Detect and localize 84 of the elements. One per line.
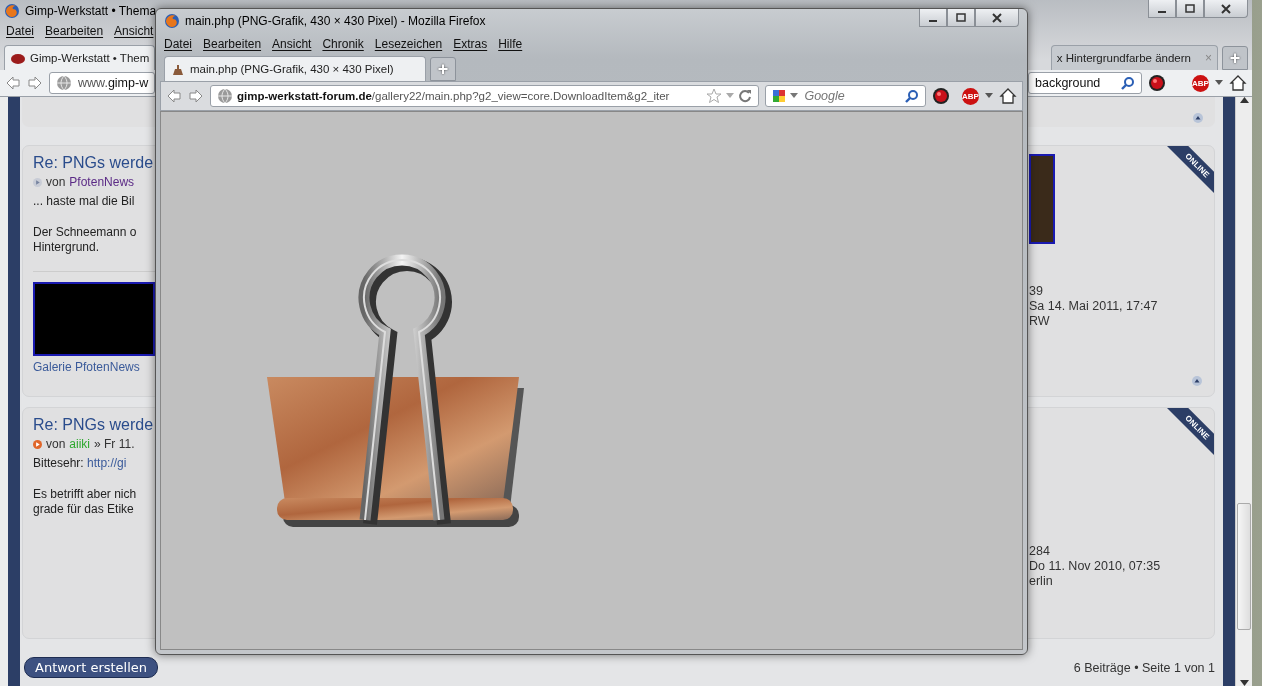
post-icon[interactable] bbox=[33, 177, 42, 187]
address-field[interactable]: gimp-werkstatt-forum.de/gallery22/main.php?g2_view=core.DownloadItem&g2_iter bbox=[210, 85, 760, 107]
forward-icon[interactable] bbox=[188, 88, 204, 104]
search-engine-icon[interactable] bbox=[772, 89, 787, 103]
caret-icon[interactable] bbox=[985, 93, 993, 99]
post-text: Es betrifft aber nich grade für das Etike bbox=[33, 487, 138, 517]
profile-info: 284 bbox=[1029, 544, 1051, 559]
maximize-button[interactable] bbox=[1176, 0, 1204, 18]
post-link[interactable]: http://gi bbox=[87, 456, 127, 470]
post-text: Bittesehr: http://gi bbox=[33, 456, 128, 471]
scrollbar-thumb[interactable] bbox=[1237, 503, 1251, 630]
window-title: main.php (PNG-Grafik, 430 × 430 Pixel) - Mozilla Firefox bbox=[185, 14, 486, 28]
browser-tab[interactable]: x Hintergrundfarbe ändern × bbox=[1050, 45, 1218, 70]
close-button[interactable] bbox=[1204, 0, 1248, 18]
browser-tab[interactable]: Gimp-Werkstatt • Them bbox=[4, 45, 156, 70]
close-button[interactable] bbox=[975, 9, 1019, 27]
search-icon[interactable] bbox=[905, 89, 919, 103]
tab-label: main.php (PNG-Grafik, 430 × 430 Pixel) bbox=[190, 63, 394, 75]
home-icon[interactable] bbox=[1229, 74, 1247, 92]
minimize-icon bbox=[929, 19, 937, 22]
search-field[interactable]: background bbox=[1028, 72, 1142, 94]
menu-item[interactable]: Extras bbox=[453, 37, 488, 51]
profile-info: erlin bbox=[1029, 574, 1054, 589]
minimize-button[interactable] bbox=[919, 9, 947, 27]
menu-item[interactable]: Lesezeichen bbox=[374, 37, 443, 51]
scroll-to-top-icon[interactable] bbox=[1193, 113, 1203, 123]
globe-icon bbox=[217, 88, 233, 104]
menu-item[interactable]: Ansicht bbox=[114, 24, 154, 38]
scroll-down-icon[interactable] bbox=[1239, 680, 1249, 686]
menu-item[interactable]: Datei bbox=[164, 37, 192, 51]
author-link[interactable]: PfotenNews bbox=[69, 175, 135, 189]
tab-label: x Hintergrundfarbe ändern bbox=[1056, 52, 1191, 64]
menu-item[interactable]: Datei bbox=[6, 24, 34, 38]
globe-icon bbox=[56, 75, 72, 91]
pagination-info: 6 Beiträge • Seite 1 von 1 bbox=[1073, 660, 1215, 675]
post-date: » Fr 11. bbox=[94, 437, 135, 451]
close-icon bbox=[992, 12, 1002, 23]
reload-icon[interactable] bbox=[738, 89, 753, 103]
menu-item[interactable]: Ansicht bbox=[272, 37, 312, 51]
record-icon[interactable] bbox=[932, 87, 950, 105]
home-icon[interactable] bbox=[999, 87, 1017, 105]
signature-link[interactable]: Galerie PfotenNews bbox=[33, 360, 158, 374]
post-title[interactable]: Re: PNGs werde bbox=[33, 416, 158, 434]
back-icon[interactable] bbox=[5, 75, 21, 91]
record-icon[interactable] bbox=[1148, 74, 1166, 92]
search-icon[interactable] bbox=[1121, 76, 1135, 90]
profile-info: Sa 14. Mai 2011, 17:47 bbox=[1029, 299, 1159, 314]
minimize-icon bbox=[1158, 10, 1166, 13]
byline-label: von bbox=[46, 437, 66, 451]
browser-logo-icon bbox=[164, 13, 180, 29]
profile-info: 39 bbox=[1029, 284, 1044, 299]
back-icon[interactable] bbox=[166, 88, 182, 104]
menu-item[interactable]: Bearbeiten bbox=[45, 24, 104, 38]
adblock-button[interactable]: ABP bbox=[962, 87, 979, 105]
close-icon bbox=[1221, 3, 1231, 14]
search-input[interactable]: Google bbox=[802, 88, 901, 104]
post-text: ... haste mal die Bil bbox=[33, 194, 136, 209]
menu-item[interactable]: Chronik bbox=[322, 37, 364, 51]
post-title[interactable]: Re: PNGs werde bbox=[33, 154, 158, 172]
minimize-button[interactable] bbox=[1148, 0, 1176, 18]
adblock-button[interactable]: ABP bbox=[1192, 74, 1209, 92]
caret-icon[interactable] bbox=[1215, 80, 1223, 86]
menu-item[interactable]: Hilfe bbox=[498, 37, 523, 51]
search-bar[interactable]: Google bbox=[765, 85, 926, 107]
reply-button[interactable]: Antwort erstellen bbox=[24, 657, 159, 678]
maximize-icon bbox=[956, 12, 966, 23]
maximize-icon bbox=[1185, 3, 1195, 14]
tab-label: Gimp-Werkstatt • Them bbox=[30, 52, 150, 64]
browser-logo-icon bbox=[4, 3, 20, 19]
address-field[interactable]: www.gimp-w bbox=[49, 72, 156, 94]
browser-tab[interactable]: main.php (PNG-Grafik, 430 × 430 Pixel) bbox=[164, 56, 426, 81]
window-title: Gimp-Werkstatt • Thema bbox=[25, 4, 157, 18]
profile-info: RW bbox=[1029, 314, 1051, 329]
maximize-button[interactable] bbox=[947, 9, 975, 27]
post-text: Der Schneemann o Hintergrund. bbox=[33, 225, 138, 255]
scroll-to-top-icon[interactable] bbox=[1192, 376, 1202, 386]
caret-icon[interactable] bbox=[790, 93, 799, 99]
unread-post-icon[interactable] bbox=[33, 439, 42, 449]
profile-info: Do 11. Nov 2010, 07:35 bbox=[1029, 559, 1162, 574]
scrollbar[interactable] bbox=[1235, 97, 1252, 686]
star-icon[interactable] bbox=[706, 88, 723, 104]
forward-icon[interactable] bbox=[27, 75, 43, 91]
byline-label: von bbox=[46, 175, 66, 189]
menu-item[interactable]: Bearbeiten bbox=[203, 37, 262, 51]
